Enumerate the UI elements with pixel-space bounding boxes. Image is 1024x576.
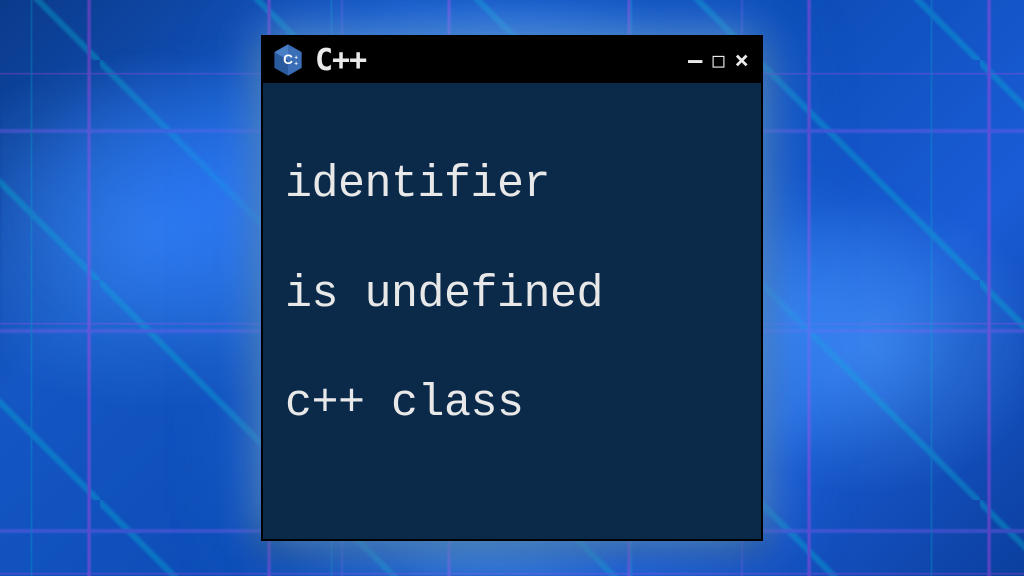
window-titlebar[interactable]: C + + C++ – □ × [263,37,761,83]
content-line-1: identifier [285,158,739,213]
terminal-content: identifier is undefined c++ class [263,83,761,507]
cpp-icon: C + + [271,43,305,77]
titlebar-left: C + + C++ [271,43,366,78]
svg-text:C: C [283,52,293,67]
content-line-3: c++ class [285,377,739,432]
maximize-button[interactable]: □ [711,48,727,72]
content-line-2: is undefined [285,268,739,323]
window-controls: – □ × [686,46,751,74]
close-button[interactable]: × [733,46,751,74]
minimize-button[interactable]: – [686,46,704,74]
terminal-window: C + + C++ – □ × identifier is undefined … [261,35,763,541]
svg-text:+: + [294,60,298,67]
window-title: C++ [315,43,366,78]
